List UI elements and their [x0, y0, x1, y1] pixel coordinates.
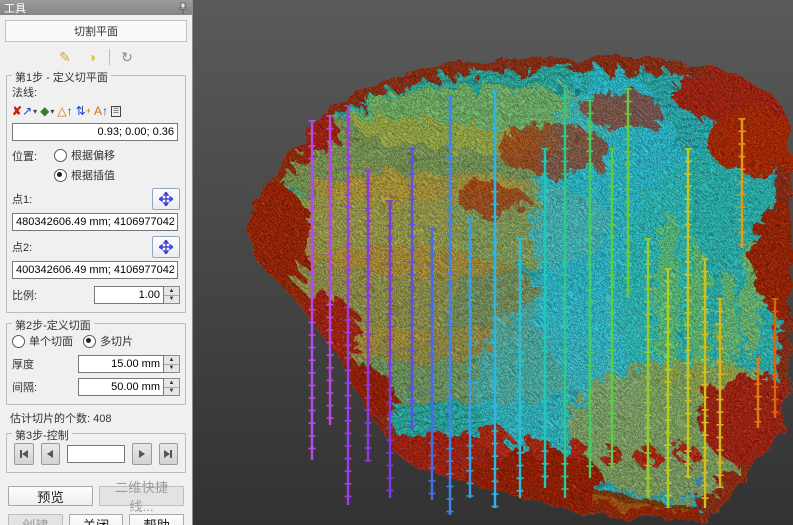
flip-normal-icon[interactable]: ⇅+	[76, 103, 91, 119]
help-button[interactable]: 帮助	[129, 514, 184, 525]
move-cross-icon	[159, 240, 173, 254]
plane-disc-icon[interactable]: ◑	[82, 48, 102, 66]
thickness-label: 厚度	[12, 356, 34, 372]
radio-by-value-dot	[54, 169, 67, 182]
point1-input[interactable]	[12, 213, 178, 231]
hand-rotate-icon[interactable]: ↻	[117, 48, 137, 66]
group-step1-title: 第1步 - 定义切平面	[12, 69, 111, 85]
slice-count-estimate: 估计切片的个数: 408	[10, 410, 182, 426]
prev-slice-button[interactable]	[41, 443, 61, 465]
point1-label: 点1:	[12, 191, 32, 207]
group-step2: 第2步-定义切面 单个切面 多切片 厚度 ▲▼	[6, 323, 186, 405]
spacing-label: 间隔:	[12, 379, 37, 395]
viewport-canvas[interactable]	[193, 0, 793, 525]
tools-panel: 工具 切割平面 ✎ ◑ ↻ 第1步 - 定义切平面 法线: ✘↗▾ ◆▾ △↑ …	[0, 0, 193, 525]
slice-playback-controls	[14, 443, 178, 465]
radio-multi-slice-dot	[83, 335, 96, 348]
create-button[interactable]: 创建	[8, 514, 63, 525]
two-point-icon[interactable]: △↑	[57, 103, 72, 119]
radio-multi-slice-label: 多切片	[100, 333, 133, 349]
group-step3: 第3步-控制	[6, 433, 186, 473]
viewport-3d[interactable]	[193, 0, 793, 525]
normal-label: 法线:	[12, 84, 180, 100]
draw-plane-icon[interactable]: ✎	[55, 48, 75, 66]
radio-by-offset-label: 根据偏移	[71, 147, 115, 163]
point-normal-icon[interactable]: A↑	[94, 103, 108, 119]
radio-single-section[interactable]: 单个切面	[12, 333, 73, 349]
panel-title: 工具	[4, 0, 26, 16]
radio-by-value-label: 根据插值	[71, 167, 115, 183]
close-button[interactable]: 关闭	[69, 514, 124, 525]
group-step3-title: 第3步-控制	[12, 427, 72, 443]
point2-pick-button[interactable]	[152, 236, 180, 258]
scale-input[interactable]	[94, 286, 164, 304]
thickness-input[interactable]	[78, 355, 164, 373]
normal-icon-row: ✘↗▾ ◆▾ △↑ ⇅+ A↑ ☰	[12, 103, 180, 119]
radio-by-value[interactable]: 根据插值	[54, 167, 170, 183]
plane-pick-icon[interactable]: ◆▾	[40, 103, 54, 119]
panel-titlebar[interactable]: 工具	[0, 0, 192, 15]
radio-single-section-dot	[12, 335, 25, 348]
panel-toolbar: ✎ ◑ ↻	[0, 44, 192, 68]
first-slice-button[interactable]	[14, 443, 34, 465]
preview-button[interactable]: 预览	[8, 486, 93, 506]
point2-input[interactable]	[12, 261, 178, 279]
radio-by-offset-dot	[54, 149, 67, 162]
quick-2d-lines-button[interactable]: 二维快捷线...	[99, 486, 184, 506]
spacing-input[interactable]	[78, 378, 164, 396]
normal-vector-input[interactable]	[12, 123, 178, 141]
slice-index-input[interactable]	[67, 445, 125, 463]
radio-multi-slice[interactable]: 多切片	[83, 333, 133, 349]
point1-pick-button[interactable]	[152, 188, 180, 210]
list-dialog-icon[interactable]: ☰	[111, 103, 121, 119]
pin-icon[interactable]	[178, 2, 188, 14]
radio-by-offset[interactable]: 根据偏移	[54, 147, 170, 163]
scale-label: 比例:	[12, 287, 37, 303]
last-slice-button[interactable]	[159, 443, 179, 465]
point2-label: 点2:	[12, 239, 32, 255]
section-header-cutting-plane: 切割平面	[5, 20, 187, 42]
axis-pick-icon[interactable]: ✘↗▾	[12, 103, 37, 119]
move-cross-icon	[159, 192, 173, 206]
group-step2-title: 第2步-定义切面	[12, 317, 94, 333]
scale-spinner[interactable]: ▲▼	[164, 286, 180, 304]
toolbar-separator	[109, 49, 110, 65]
application-window: 工具 切割平面 ✎ ◑ ↻ 第1步 - 定义切平面 法线: ✘↗▾ ◆▾ △↑ …	[0, 0, 793, 525]
radio-single-section-label: 单个切面	[29, 333, 73, 349]
group-step1: 第1步 - 定义切平面 法线: ✘↗▾ ◆▾ △↑ ⇅+ A↑ ☰ 位置: 根据…	[6, 75, 186, 313]
thickness-spinner[interactable]: ▲▼	[164, 355, 180, 373]
position-label: 位置:	[12, 147, 54, 164]
next-slice-button[interactable]	[132, 443, 152, 465]
spacing-spinner[interactable]: ▲▼	[164, 378, 180, 396]
